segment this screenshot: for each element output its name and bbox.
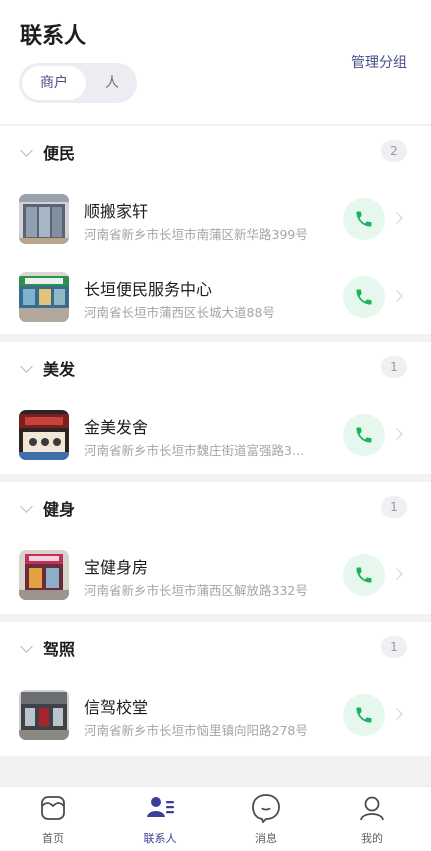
group-title: 便民	[43, 144, 76, 163]
call-button[interactable]	[343, 414, 385, 456]
shop-photo	[19, 410, 69, 460]
chevron-down-icon	[20, 640, 33, 653]
tab-label: 我的	[361, 832, 383, 845]
contact-address: 河南省新乡市长垣市魏庄街道富强路3…	[84, 443, 305, 458]
chevron-right-icon	[391, 212, 403, 224]
call-button[interactable]	[343, 276, 385, 318]
group-count-badge: 1	[381, 356, 407, 378]
page-title: 联系人	[20, 24, 87, 49]
chevron-down-icon	[20, 500, 33, 513]
group-header[interactable]: 美发 1	[0, 342, 431, 392]
contact-row[interactable]: 顺搬家轩 河南省新乡市长垣市南蒲区新华路399号	[0, 180, 431, 258]
message-icon	[252, 794, 280, 823]
contacts-icon	[147, 797, 174, 817]
chevron-down-icon	[20, 360, 33, 373]
chevron-right-icon	[391, 568, 403, 580]
phone-icon	[356, 289, 372, 305]
segment-control: 商户 人	[19, 63, 137, 103]
group-header[interactable]: 便民 2	[0, 126, 431, 176]
group-section: 健身 1 宝健身房 河南省新乡市长垣市蒲西区解放路332号	[0, 482, 431, 614]
contact-name: 金美发舍	[84, 418, 149, 437]
contact-address: 河南省新乡市长垣市恼里镇向阳路278号	[84, 723, 308, 738]
group-count-badge: 2	[381, 140, 407, 162]
group-section: 美发 1 金美发舍 河南省新乡市长垣市魏庄街道富强路3…	[0, 342, 431, 474]
manage-groups-link[interactable]: 管理分组	[351, 52, 407, 72]
chevron-right-icon	[391, 290, 403, 302]
tab-messages[interactable]: 消息	[226, 787, 306, 851]
shop-photo	[19, 690, 69, 740]
shop-photo	[19, 272, 69, 322]
contact-row[interactable]: 宝健身房 河南省新乡市长垣市蒲西区解放路332号	[0, 536, 431, 614]
call-button[interactable]	[343, 694, 385, 736]
phone-icon	[356, 211, 372, 227]
tab-label: 消息	[255, 832, 277, 845]
contact-address: 河南省长垣市蒲西区长城大道88号	[84, 305, 275, 320]
chevron-right-icon	[391, 708, 403, 720]
segment-merchant[interactable]: 商户	[22, 66, 86, 100]
contact-row[interactable]: 信驾校堂 河南省新乡市长垣市恼里镇向阳路278号	[0, 676, 431, 754]
group-title: 驾照	[43, 640, 76, 659]
group-section: 便民 2 顺搬家轩 河南省新乡市长垣市南蒲区新华路399号 长垣便民服务中心 河…	[0, 126, 431, 334]
contact-row[interactable]: 长垣便民服务中心 河南省长垣市蒲西区长城大道88号	[0, 258, 431, 336]
contact-name: 信驾校堂	[84, 698, 149, 717]
tab-contacts[interactable]: 联系人	[120, 787, 200, 851]
phone-icon	[356, 567, 372, 583]
group-section: 驾照 1 信驾校堂 河南省新乡市长垣市恼里镇向阳路278号	[0, 622, 431, 756]
home-icon	[41, 796, 65, 820]
phone-icon	[356, 427, 372, 443]
tab-label: 联系人	[143, 832, 177, 845]
header: 联系人 管理分组 商户 人	[0, 0, 431, 124]
group-header[interactable]: 驾照 1	[0, 622, 431, 672]
shop-photo	[19, 550, 69, 600]
group-title: 美发	[43, 360, 76, 379]
phone-icon	[356, 707, 372, 723]
bottom-tab-bar: 首页 联系人 消息 我的	[0, 786, 431, 851]
group-count-badge: 1	[381, 636, 407, 658]
group-count-badge: 1	[381, 496, 407, 518]
chevron-down-icon	[20, 144, 33, 157]
contact-name: 长垣便民服务中心	[84, 280, 213, 299]
contact-row[interactable]: 金美发舍 河南省新乡市长垣市魏庄街道富强路3…	[0, 396, 431, 474]
contact-name: 顺搬家轩	[84, 202, 149, 221]
call-button[interactable]	[343, 554, 385, 596]
tab-home[interactable]: 首页	[13, 787, 93, 851]
shop-photo	[19, 194, 69, 244]
tab-label: 首页	[42, 832, 64, 845]
contact-address: 河南省新乡市长垣市蒲西区解放路332号	[84, 583, 308, 598]
segment-person[interactable]: 人	[89, 66, 135, 100]
chevron-right-icon	[391, 428, 403, 440]
contact-name: 宝健身房	[84, 558, 149, 577]
tab-profile[interactable]: 我的	[332, 787, 412, 851]
group-title: 健身	[43, 500, 76, 519]
call-button[interactable]	[343, 198, 385, 240]
contact-address: 河南省新乡市长垣市南蒲区新华路399号	[84, 227, 308, 242]
profile-icon	[360, 796, 384, 821]
group-header[interactable]: 健身 1	[0, 482, 431, 532]
